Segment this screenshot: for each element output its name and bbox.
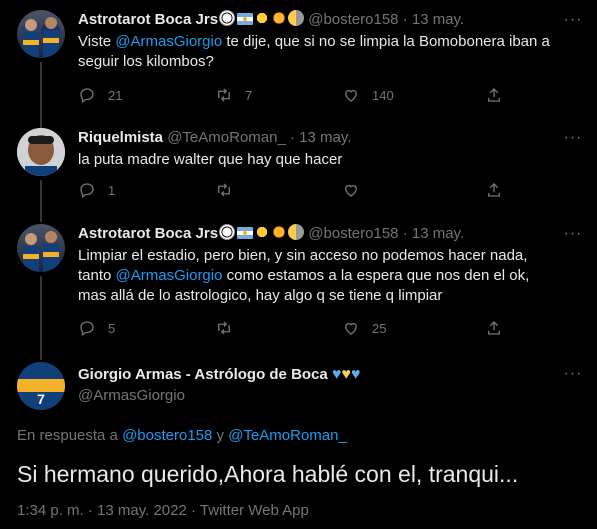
- heart-icon: [345, 322, 357, 335]
- more-options-icon[interactable]: ···: [563, 226, 583, 248]
- author-handle[interactable]: @bostero158: [308, 11, 398, 28]
- argentina-flag-emoji: [237, 13, 254, 25]
- author-name[interactable]: Riquelmista: [78, 129, 163, 146]
- like-count: 25: [372, 320, 387, 336]
- heart-icon: [345, 184, 357, 197]
- share-button[interactable]: [485, 85, 503, 105]
- author-name[interactable]: Giorgio Armas - Astrólogo de Boca: [78, 366, 328, 383]
- tweet-time[interactable]: 13 may.: [412, 11, 464, 28]
- separator-dot: ·: [191, 502, 196, 519]
- author-handle[interactable]: @bostero158: [308, 225, 398, 242]
- retweet-icon: [218, 88, 230, 102]
- tweet-3[interactable]: Astrotarot Boca Jrs @bostero158 · 13 may…: [0, 212, 597, 350]
- thread-line: [40, 212, 42, 222]
- reply-button[interactable]: 21: [78, 85, 122, 105]
- retweet-button[interactable]: [215, 318, 233, 338]
- blue-heart-emoji: ♥: [331, 366, 342, 383]
- reply-icon: [80, 321, 94, 337]
- author-handle[interactable]: @ArmasGiorgio: [78, 387, 185, 404]
- tweet-text: Viste @ArmasGiorgio te dije, que si no s…: [78, 32, 557, 72]
- main-tweet-text: Si hermano querido,Ahora hablé con el, t…: [17, 461, 519, 487]
- tweet-time[interactable]: 1:34 p. m.: [17, 502, 84, 519]
- reply-context: En respuesta a @bostero158 y @TeAmoRoman…: [17, 427, 347, 444]
- reply-mention[interactable]: @TeAmoRoman_: [228, 427, 347, 444]
- share-icon: [488, 321, 500, 335]
- author-handle[interactable]: @TeAmoRoman_: [167, 129, 286, 146]
- sun-emoji: [254, 224, 271, 240]
- reply-and: y: [216, 427, 225, 444]
- mention-link[interactable]: @ArmasGiorgio: [116, 267, 223, 284]
- reply-icon: [80, 88, 94, 104]
- more-options-icon[interactable]: ···: [563, 12, 583, 34]
- more-options-icon[interactable]: ···: [563, 366, 583, 388]
- sun-emoji: [254, 10, 271, 26]
- yellow-heart-emoji: ♥: [341, 366, 351, 383]
- mention-link[interactable]: @ArmasGiorgio: [115, 33, 222, 50]
- moon-emoji: [288, 10, 305, 26]
- author-name[interactable]: Astrotarot Boca Jrs: [78, 11, 218, 28]
- thread-line: [40, 276, 42, 350]
- svg-text:7: 7: [37, 391, 45, 407]
- like-button[interactable]: 140: [342, 85, 394, 105]
- text-segment: Viste: [78, 33, 116, 50]
- reply-count: 1: [108, 182, 116, 198]
- avatar-image: [23, 17, 59, 58]
- ball-emoji: [219, 10, 236, 26]
- avatar-riquelmista[interactable]: [17, 128, 65, 176]
- reply-count: 21: [108, 87, 123, 103]
- tweet-1[interactable]: Astrotarot Boca Jrs @bostero158 · 13 may…: [0, 0, 597, 120]
- tweet-time[interactable]: 13 may.: [299, 129, 351, 146]
- share-button[interactable]: [485, 180, 503, 200]
- reply-button[interactable]: 1: [78, 180, 115, 200]
- sun-face-emoji: [271, 10, 288, 26]
- reply-mention[interactable]: @bostero158: [122, 427, 212, 444]
- like-button[interactable]: [342, 180, 360, 200]
- tweet-text: Limpiar el estadio, pero bien, y sin acc…: [78, 246, 557, 306]
- blue-heart-emoji: ♥: [350, 366, 361, 383]
- separator-dot: ·: [402, 225, 408, 242]
- like-button[interactable]: 25: [342, 318, 386, 338]
- reply-count: 5: [108, 320, 116, 336]
- sun-face-emoji: [271, 224, 288, 240]
- thread-line: [40, 180, 42, 214]
- avatar-image: [17, 128, 65, 176]
- thread-line: [40, 62, 42, 120]
- retweet-count: 7: [245, 87, 253, 103]
- retweet-icon: [218, 183, 230, 197]
- tweet-time[interactable]: 13 may.: [412, 225, 464, 242]
- thread-line: [40, 348, 42, 360]
- tweet-text: la puta madre walter que hay que hacer: [78, 151, 343, 168]
- moon-emoji: [288, 224, 305, 240]
- retweet-icon: [218, 321, 230, 335]
- reply-prefix: En respuesta a: [17, 427, 118, 444]
- share-button[interactable]: [485, 318, 503, 338]
- tweet-date[interactable]: 13 may. 2022: [97, 502, 187, 519]
- retweet-button[interactable]: 7: [215, 85, 252, 105]
- retweet-button[interactable]: [215, 180, 233, 200]
- avatar-giorgio-armas[interactable]: 7: [17, 362, 65, 410]
- share-icon: [488, 88, 500, 102]
- tweet-source: Twitter Web App: [199, 502, 309, 519]
- argentina-flag-emoji: [237, 227, 254, 239]
- avatar-image: [23, 231, 59, 272]
- tweet-metadata: 1:34 p. m. · 13 may. 2022 · Twitter Web …: [17, 502, 309, 519]
- boca-jersey-avatar: 7: [17, 362, 65, 410]
- like-count: 140: [372, 87, 394, 103]
- avatar-astrotarot[interactable]: [17, 224, 65, 272]
- separator-dot: ·: [402, 11, 408, 28]
- avatar-astrotarot[interactable]: [17, 10, 65, 58]
- ball-emoji: [219, 224, 236, 240]
- author-name[interactable]: Astrotarot Boca Jrs: [78, 225, 218, 242]
- more-options-icon[interactable]: ···: [563, 130, 583, 152]
- share-icon: [488, 183, 500, 197]
- separator-dot: ·: [87, 502, 93, 519]
- thread-line: [40, 118, 42, 128]
- reply-icon: [80, 183, 94, 199]
- separator-dot: ·: [289, 129, 295, 146]
- tweet-2[interactable]: Riquelmista @TeAmoRoman_ · 13 may. la pu…: [0, 118, 597, 214]
- heart-icon: [345, 89, 357, 102]
- reply-button[interactable]: 5: [78, 318, 115, 338]
